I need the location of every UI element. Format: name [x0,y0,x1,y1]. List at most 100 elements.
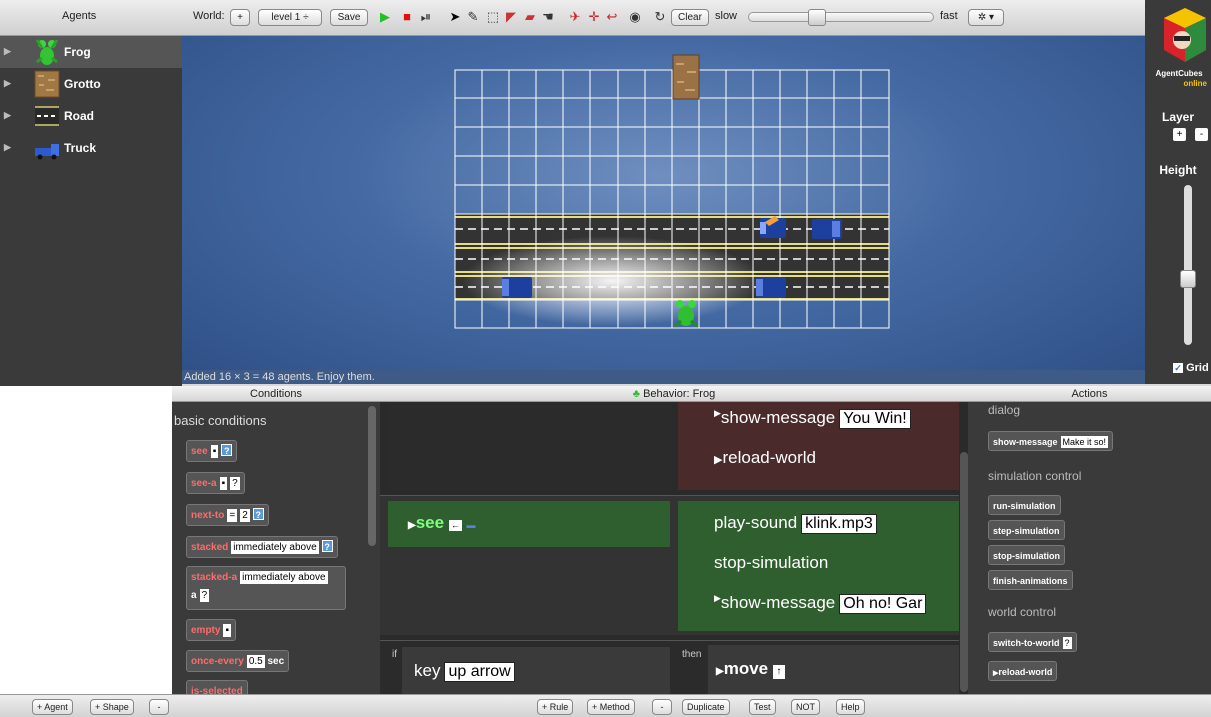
action-move[interactable]: ▶move ↑ [716,659,785,679]
condition-see-a[interactable]: see-a ▪? [186,472,245,494]
move-icon[interactable]: ✈ [567,8,583,26]
stacked-position-field[interactable]: immediately above [240,571,328,584]
clear-button[interactable]: Clear [671,9,709,26]
add-world-button[interactable]: + [230,9,250,26]
expand-arrow-icon[interactable]: ▶ [4,142,11,153]
help-icon[interactable]: ? [252,508,264,520]
truck-agent[interactable] [502,277,532,298]
conditions-scrollbar[interactable] [368,406,376,546]
condition-empty[interactable]: empty ▪ [186,619,236,641]
pencil-icon[interactable]: ✎ [465,8,481,26]
checkbox-checked-icon[interactable]: ✓ [1173,363,1183,373]
rule-2-conditions[interactable]: ▶see ← ▬ [388,501,670,547]
help-icon[interactable]: ? [1062,637,1072,649]
duplicate-button[interactable]: Duplicate [682,699,730,715]
remove-rule-button[interactable]: - [652,699,672,715]
expand-arrow-icon[interactable]: ▶ [4,78,11,89]
action-show-message[interactable]: show-message Make it so! [988,431,1114,451]
condition-stacked-a[interactable]: stacked-a immediately above a? [186,566,346,610]
grid-toggle[interactable]: ✓ Grid [1173,362,1209,374]
world-grid[interactable] [182,36,1145,384]
height-slider-thumb[interactable] [1180,270,1196,288]
condition-see[interactable]: ▶see ← ▬ [408,513,481,533]
sound-field[interactable]: klink.mp3 [801,514,877,534]
truck-agent[interactable] [760,216,786,238]
grotto-agent[interactable] [672,54,700,100]
action-reload-world[interactable]: ▶reload-world [988,661,1058,681]
expand-arrow-icon[interactable]: ▶ [4,110,11,121]
agent-slot[interactable]: ▪ [219,477,228,490]
select-rect-icon[interactable]: ⬚ [485,8,501,26]
rule-2[interactable]: if ▶see ← ▬ then play-soundklink.mp3 sto… [380,495,959,635]
action-play-sound[interactable]: play-sound klink.mp3 [714,513,877,534]
expand-arrow-icon[interactable]: ▶ [4,46,11,57]
add-method-button[interactable]: + Method [587,699,635,715]
help-icon[interactable]: ? [199,589,210,602]
test-button[interactable]: Test [749,699,776,715]
help-icon[interactable]: ? [230,477,240,490]
action-stop-simulation[interactable]: stop-simulation [988,545,1065,565]
rule-1-conditions[interactable] [388,402,671,490]
layer-minus-button[interactable]: - [1195,128,1208,141]
crosshair-icon[interactable]: ✛ [586,8,602,26]
message-field[interactable]: You Win! [839,409,911,429]
help-icon[interactable]: ? [321,540,333,552]
draw-icon[interactable]: ◤ [503,8,519,26]
truck-agent[interactable] [756,277,786,298]
help-button[interactable]: Help [836,699,865,715]
rule-1-actions[interactable]: ▶show-message You Win! ▶reload-world [678,402,959,490]
action-reload-world[interactable]: ▶reload-world [714,448,816,468]
agent-slot[interactable]: ▪ [210,445,219,458]
add-shape-button[interactable]: + Shape [90,699,134,715]
action-show-message[interactable]: ▶show-message You Win! [714,408,911,429]
add-rule-button[interactable]: + Rule [537,699,574,715]
layer-plus-button[interactable]: + [1173,128,1186,141]
truck-agent[interactable] [812,219,842,239]
action-show-message[interactable]: ▶show-message Oh no! Gar [714,593,927,614]
condition-see[interactable]: see ▪? [186,440,238,462]
hand-icon[interactable]: ☚ [540,8,556,26]
settings-menu[interactable]: ✲ ▾ [968,9,1004,26]
condition-key[interactable]: key up arrow [414,661,515,682]
operator-field[interactable]: = [227,509,238,522]
arrow-pointer-icon[interactable]: ➤ [447,8,463,26]
camera-icon[interactable]: ◉ [627,8,643,26]
height-slider[interactable] [1180,185,1196,345]
action-finish-animations[interactable]: finish-animations [988,570,1073,590]
key-field[interactable]: up arrow [444,662,515,682]
help-icon[interactable]: ? [221,444,233,456]
action-stop-simulation[interactable]: stop-simulation [714,553,828,573]
agent-item-truck[interactable]: ▶ Truck [0,132,182,164]
message-field[interactable]: Make it so! [1060,436,1109,448]
save-button[interactable]: Save [330,9,368,26]
rule-3[interactable]: if key up arrow then ▶move ↑ [380,640,959,694]
remove-agent-button[interactable]: - [149,699,169,715]
condition-once-every[interactable]: once-every 0.5 sec [186,650,290,672]
rotate-icon[interactable]: ↩ [604,8,620,26]
level-select[interactable]: level 1 ÷ [258,9,322,26]
speed-slider[interactable] [748,9,934,26]
eraser-icon[interactable]: ▰ [522,8,538,26]
rule-2-actions[interactable]: play-sound klink.mp3 stop-simulation ▶sho… [678,501,959,631]
condition-stacked[interactable]: stacked immediately above? [186,536,338,558]
world-view[interactable] [182,36,1145,384]
condition-next-to[interactable]: next-to = 2? [186,504,269,526]
reload-icon[interactable]: ↻ [652,8,668,26]
behavior-scrollbar[interactable] [960,452,968,692]
number-field[interactable]: 2 [240,509,250,522]
condition-is-selected[interactable]: is-selected [186,680,248,694]
rule-3-actions[interactable]: ▶move ↑ [708,645,959,694]
action-step-simulation[interactable]: step-simulation [988,520,1065,540]
action-switch-to-world[interactable]: switch-to-world? [988,632,1077,652]
message-field[interactable]: Oh no! Gar [839,594,927,614]
agent-item-grotto[interactable]: ▶ Grotto [0,68,182,100]
action-run-simulation[interactable]: run-simulation [988,495,1061,515]
agent-item-frog[interactable]: ▶ Frog [0,36,182,68]
rule-3-conditions[interactable]: key up arrow [402,647,670,694]
not-button[interactable]: NOT [791,699,820,715]
agent-slot[interactable]: ▪ [223,624,231,637]
add-agent-button[interactable]: + Agent [32,699,73,715]
step-icon[interactable]: ⏯ [418,8,434,26]
interval-field[interactable]: 0.5 [246,655,265,668]
speed-slider-thumb[interactable] [808,9,826,26]
